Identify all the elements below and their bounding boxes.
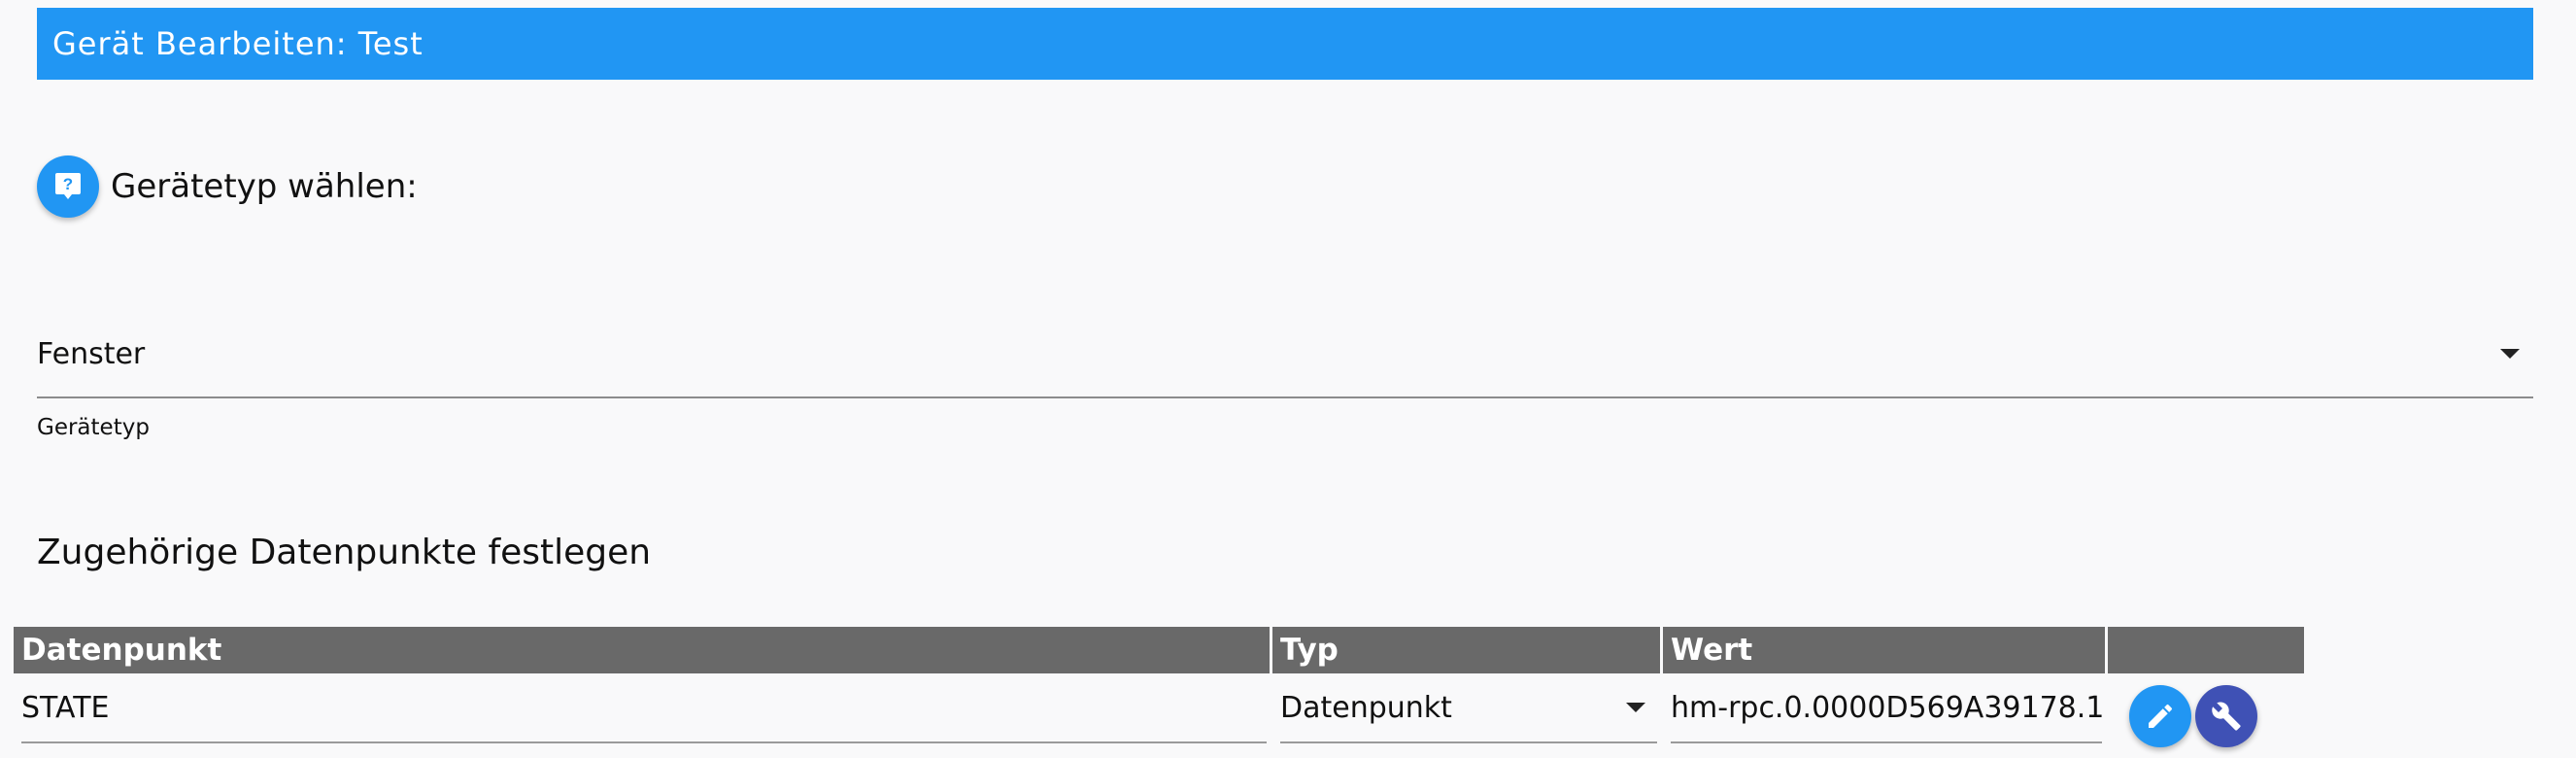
column-header-typ: Typ: [1272, 627, 1663, 673]
device-type-helper-text: Gerätetyp: [37, 415, 150, 440]
column-header-wert: Wert: [1663, 627, 2108, 673]
help-bubble-icon: ?: [55, 173, 81, 199]
dialog-title-bar: Gerät Bearbeiten: Test: [37, 8, 2533, 80]
configure-datapoint-button[interactable]: [2195, 684, 2257, 747]
device-type-selected-value: Fenster: [37, 336, 146, 371]
datapoints-section-title: Zugehörige Datenpunkte festlegen: [37, 533, 652, 572]
table-header: Datenpunkt Typ Wert: [14, 627, 2304, 673]
datapoints-table: Datenpunkt Typ Wert STATE Datenpunkt hm-…: [14, 627, 2304, 753]
device-type-select[interactable]: Fenster: [37, 321, 2533, 398]
svg-text:?: ?: [63, 175, 73, 193]
pencil-icon: [2149, 704, 2173, 728]
dropdown-arrow-icon: [2500, 349, 2520, 359]
datapoint-type-value: Datenpunkt: [1280, 690, 1452, 725]
help-button[interactable]: ?: [37, 155, 99, 218]
edit-datapoint-button[interactable]: [2129, 684, 2191, 747]
datapoint-type-select[interactable]: Datenpunkt: [1280, 673, 1657, 743]
device-type-heading: Gerätetyp wählen:: [111, 167, 418, 206]
datapoint-type-cell: Datenpunkt: [1272, 673, 1663, 753]
row-actions: [2108, 673, 2304, 753]
datapoint-value-cell: hm-rpc.0.0000D569A39178.1.: [1663, 673, 2108, 753]
wrench-icon: [2212, 701, 2241, 731]
dropdown-arrow-icon: [1626, 703, 1645, 712]
table-row: STATE Datenpunkt hm-rpc.0.0000D569A39178…: [14, 673, 2304, 753]
device-type-heading-row: ? Gerätetyp wählen:: [37, 155, 418, 218]
datapoint-name-input[interactable]: STATE: [21, 673, 1267, 743]
datapoint-name-cell: STATE: [14, 673, 1272, 753]
column-header-datenpunkt: Datenpunkt: [14, 627, 1272, 673]
datapoint-value-input[interactable]: hm-rpc.0.0000D569A39178.1.: [1671, 673, 2102, 743]
dialog-title: Gerät Bearbeiten: Test: [52, 25, 424, 62]
column-header-actions: [2108, 627, 2304, 673]
